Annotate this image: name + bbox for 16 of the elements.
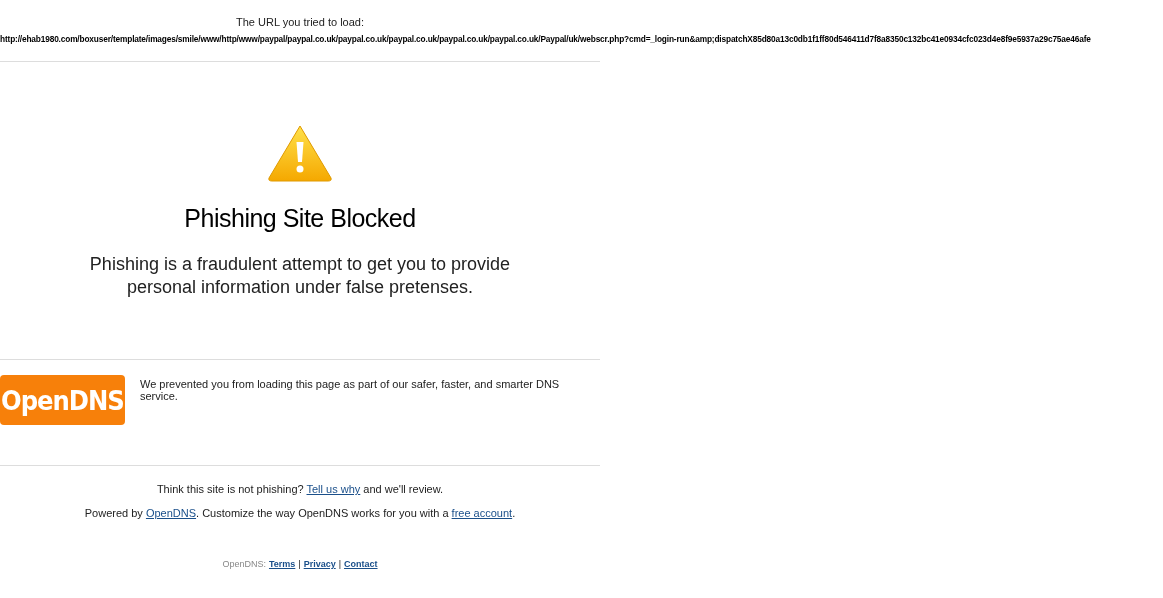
url-heading: The URL you tried to load: [235, 16, 365, 28]
logo: OpenDNS [0, 375, 125, 425]
notice-text: We prevented you from loading this page as part of our safer, faster, and smarter DNS service. [139, 378, 561, 404]
separator: | [298, 559, 301, 569]
footer-label: OpenDNS: [222, 559, 266, 569]
description: Phishing is a fraudulent attempt to get you to provide personal information under false pretenses. [88, 253, 512, 299]
page-title: Phishing Site Blocked [184, 204, 416, 233]
blocked-url: http://ehab1980.com/boxuser/template/images/smile/www/http/www/paypal/paypal.co.uk/paypal.co.uk/paypal.co.uk/paypal.co.uk/paypal.co.uk/Paypal/uk/webscr.php?cmd=_login-run&amp;dispatchX85d80a13c0db1f1ff80d546411d7f8a8350c132bc41e0934cfc023d4e8f9e5937a29c75ae46afe [0, 34, 1092, 44]
powered-by-text: Powered by OpenDNS. Customize the way OpenDNS works for you with a free account. [84, 507, 516, 519]
tell-us-why-link[interactable]: Tell us why [306, 483, 361, 495]
footer-link[interactable]: Privacy [303, 559, 336, 569]
review-text: Think this site is not phishing? Tell us why and we'll review. [156, 483, 444, 495]
separator: | [338, 559, 342, 569]
footer-link[interactable]: Terms [268, 559, 296, 569]
warning-icon [267, 124, 333, 182]
footer-link[interactable]: Contact [344, 559, 378, 569]
